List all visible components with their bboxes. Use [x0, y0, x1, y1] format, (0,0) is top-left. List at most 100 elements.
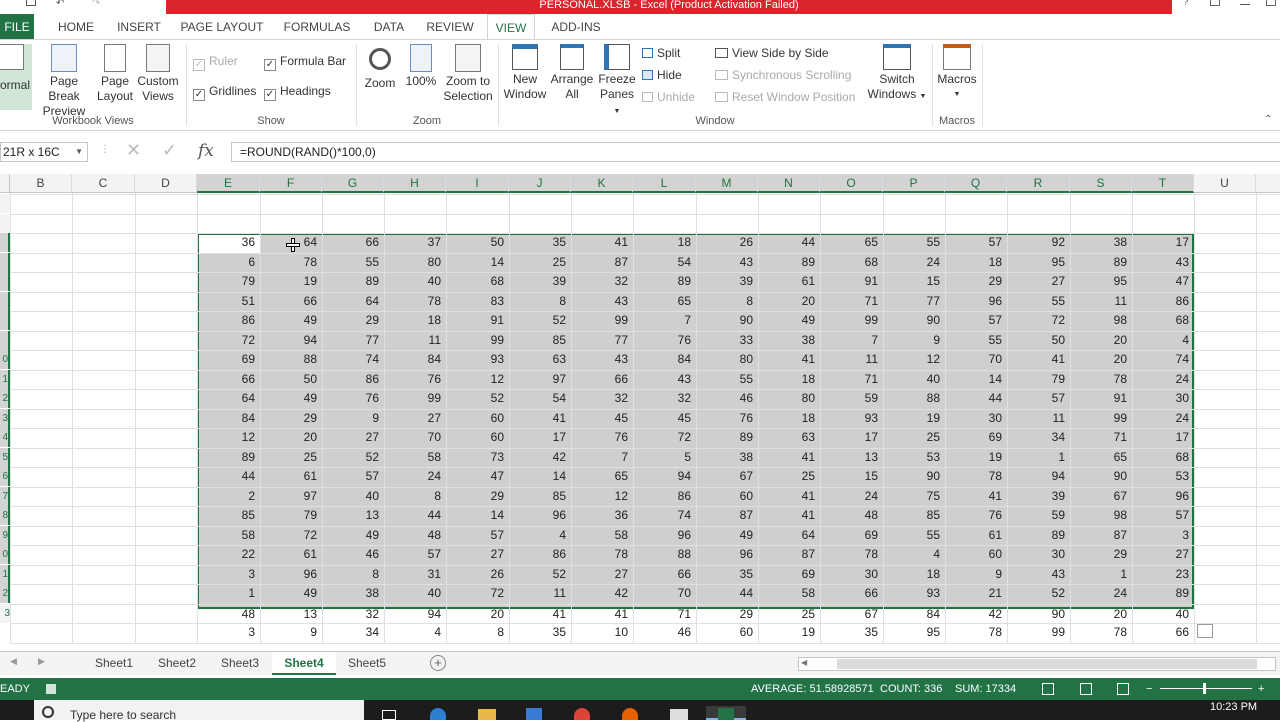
cell[interactable]: 8	[509, 292, 571, 311]
cell[interactable]: 89	[1132, 584, 1194, 603]
cell[interactable]: 93	[883, 584, 945, 603]
cell[interactable]: 11	[1007, 409, 1070, 428]
zoom-button[interactable]: Zoom	[360, 44, 400, 91]
cell[interactable]: 85	[197, 506, 260, 525]
cell[interactable]: 17	[509, 428, 571, 447]
cell[interactable]: 93	[820, 409, 883, 428]
cell[interactable]: 66	[633, 565, 696, 584]
cell[interactable]: 47	[446, 467, 509, 486]
cell[interactable]: 68	[446, 272, 509, 291]
undo-icon[interactable]: ↶	[56, 0, 64, 9]
cell[interactable]: 50	[1007, 331, 1070, 350]
cell[interactable]: 58	[197, 526, 260, 545]
cell[interactable]: 89	[322, 272, 384, 291]
cell[interactable]: 15	[820, 467, 883, 486]
scrollbar-thumb[interactable]	[837, 659, 1257, 669]
macros-button[interactable]: Macros ▼	[934, 44, 980, 102]
cell[interactable]: 70	[384, 428, 446, 447]
cell[interactable]: 25	[883, 428, 945, 447]
cell[interactable]: 9	[945, 565, 1007, 584]
cell[interactable]: 25	[758, 605, 820, 624]
cell[interactable]: 99	[571, 311, 633, 330]
cell[interactable]: 1	[1070, 565, 1132, 584]
cell[interactable]: 72	[633, 428, 696, 447]
cell[interactable]: 55	[322, 253, 384, 272]
cell[interactable]: 24	[1132, 370, 1194, 389]
cell[interactable]: 73	[446, 448, 509, 467]
cell[interactable]: 66	[571, 370, 633, 389]
cell[interactable]: 83	[446, 292, 509, 311]
cell[interactable]: 52	[1007, 584, 1070, 603]
cell[interactable]: 77	[322, 331, 384, 350]
cell[interactable]: 89	[633, 272, 696, 291]
column-header-m[interactable]: M	[696, 174, 758, 193]
cell[interactable]: 24	[1070, 584, 1132, 603]
name-box[interactable]: 21R x 16C ▼	[0, 142, 88, 162]
ribbon-options-icon[interactable]	[1210, 0, 1220, 6]
cell[interactable]: 27	[1007, 272, 1070, 291]
cell[interactable]: 90	[1007, 605, 1070, 624]
freeze-panes-button[interactable]: Freeze Panes ▼	[596, 44, 638, 119]
cell[interactable]: 47	[1132, 272, 1194, 291]
cell[interactable]: 57	[945, 311, 1007, 330]
cell[interactable]: 41	[509, 605, 571, 624]
ruler-checkbox[interactable]: ✓ Ruler	[193, 54, 238, 71]
cell[interactable]: 71	[633, 605, 696, 624]
unhide-button[interactable]: Unhide	[642, 90, 695, 104]
cell[interactable]: 41	[571, 233, 633, 252]
cell[interactable]: 11	[1070, 292, 1132, 311]
cell[interactable]: 7	[633, 311, 696, 330]
cell[interactable]: 65	[633, 292, 696, 311]
cell[interactable]: 19	[758, 623, 820, 642]
zoom-slider-thumb[interactable]	[1203, 683, 1206, 694]
collapse-ribbon-icon[interactable]: ⌃	[1264, 114, 1272, 125]
row-header[interactable]: 4	[0, 428, 10, 447]
row-header[interactable]	[0, 194, 10, 213]
cell[interactable]: 14	[446, 253, 509, 272]
cell[interactable]: 25	[260, 448, 322, 467]
cell[interactable]: 18	[883, 565, 945, 584]
cell[interactable]: 68	[820, 253, 883, 272]
zoom-in-icon[interactable]: +	[1258, 678, 1264, 700]
cell[interactable]: 49	[260, 584, 322, 603]
cell[interactable]: 95	[1070, 272, 1132, 291]
arrange-all-button[interactable]: Arrange All	[550, 44, 594, 102]
cell[interactable]: 14	[945, 370, 1007, 389]
cell[interactable]: 71	[820, 292, 883, 311]
cell[interactable]: 69	[197, 350, 260, 369]
cell[interactable]: 78	[384, 292, 446, 311]
sheet-tab-3[interactable]: Sheet3	[209, 652, 271, 675]
cell[interactable]: 22	[197, 545, 260, 564]
column-header-s[interactable]: S	[1070, 174, 1132, 193]
tab-insert[interactable]: INSERT	[112, 14, 166, 40]
row-header[interactable]: 5	[0, 448, 10, 467]
cell[interactable]: 2	[197, 487, 260, 506]
cell[interactable]: 27	[1132, 545, 1194, 564]
cell[interactable]: 90	[883, 311, 945, 330]
cell[interactable]: 24	[1132, 409, 1194, 428]
cell[interactable]: 41	[1007, 350, 1070, 369]
cell[interactable]: 99	[1070, 409, 1132, 428]
cell[interactable]: 8	[322, 565, 384, 584]
tab-page-layout[interactable]: PAGE LAYOUT	[177, 14, 267, 40]
file-explorer-icon[interactable]	[478, 709, 496, 720]
gridlines-checkbox[interactable]: ✓ Gridlines	[193, 84, 256, 101]
cell[interactable]: 78	[820, 545, 883, 564]
cell[interactable]: 18	[945, 253, 1007, 272]
hide-button[interactable]: Hide	[642, 68, 682, 82]
column-header-q[interactable]: Q	[945, 174, 1007, 193]
cell[interactable]: 40	[883, 370, 945, 389]
cell[interactable]: 95	[1007, 253, 1070, 272]
cell[interactable]: 64	[322, 292, 384, 311]
cancel-icon[interactable]: ✕	[126, 140, 141, 161]
row-header[interactable]: 1	[0, 370, 10, 389]
cell[interactable]: 43	[1007, 565, 1070, 584]
scroll-left-icon[interactable]: ◀	[10, 656, 17, 667]
cell[interactable]: 27	[446, 545, 509, 564]
cell[interactable]: 32	[571, 272, 633, 291]
cell[interactable]: 77	[571, 331, 633, 350]
column-header-h[interactable]: H	[384, 174, 446, 193]
page-layout-status-icon[interactable]	[1080, 683, 1092, 695]
save-icon[interactable]	[26, 0, 36, 6]
cell[interactable]: 96	[509, 506, 571, 525]
